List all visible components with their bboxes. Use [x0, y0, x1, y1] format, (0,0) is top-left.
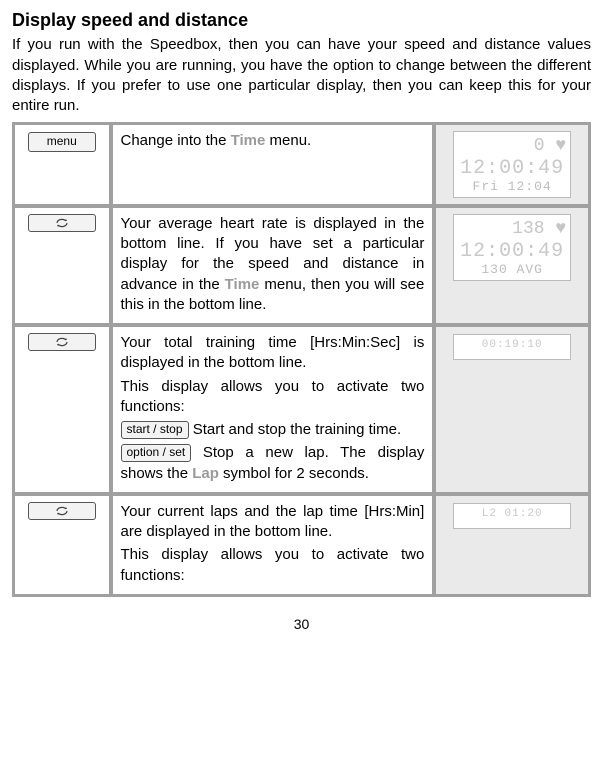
- cell-text: Your total training time [Hrs:Min:Sec] i…: [121, 333, 425, 374]
- screen-line: 0 ♥: [534, 136, 566, 156]
- text: Start and stop the training time.: [189, 421, 402, 438]
- text: menu.: [265, 132, 311, 149]
- cell-text: Change into the Time menu.: [121, 131, 425, 151]
- start-stop-button-icon: start / stop: [121, 421, 189, 439]
- device-screen: 138 ♥ 12:00:49 130 AVG: [453, 214, 571, 281]
- cell-text: Your average heart rate is displayed in …: [121, 214, 425, 315]
- cell-text: Your current laps and the lap time [Hrs:…: [121, 502, 425, 543]
- cell-text: This display allows you to activate two …: [121, 545, 425, 586]
- table-row: menu Change into the Time menu. 0 ♥ 12:0…: [14, 124, 589, 205]
- instruction-table: menu Change into the Time menu. 0 ♥ 12:0…: [12, 122, 591, 597]
- cell-text: start / stop Start and stop the training…: [121, 420, 425, 440]
- intro-paragraph: If you run with the Speedbox, then you c…: [12, 35, 591, 116]
- page-number: 30: [12, 615, 591, 634]
- text: Change into the: [121, 132, 231, 149]
- screen-line: Fri 12:04: [458, 180, 566, 195]
- lap-symbol-name: Lap: [192, 465, 219, 482]
- menu-name: Time: [231, 132, 266, 149]
- screen-line: 138 ♥: [512, 219, 566, 239]
- device-screen: 00:19:10: [453, 334, 571, 360]
- screen-line: L2 01:20: [458, 508, 566, 521]
- cell-text: option / set Stop a new lap. The display…: [121, 443, 425, 484]
- cycle-button-icon: [28, 333, 96, 351]
- table-row: Your total training time [Hrs:Min:Sec] i…: [14, 326, 589, 493]
- cycle-button-icon: [28, 214, 96, 232]
- option-set-button-icon: option / set: [121, 444, 192, 462]
- device-screen: L2 01:20: [453, 503, 571, 529]
- screen-line: 12:00:49: [458, 157, 566, 180]
- screen-line: 00:19:10: [458, 339, 566, 352]
- text: symbol for 2 seconds.: [219, 465, 369, 482]
- table-row: Your current laps and the lap time [Hrs:…: [14, 495, 589, 595]
- refresh-icon: [54, 217, 70, 229]
- screen-line: 12:00:49: [458, 240, 566, 263]
- screen-line: 130 AVG: [458, 263, 566, 278]
- section-title: Display speed and distance: [12, 8, 591, 32]
- refresh-icon: [54, 336, 70, 348]
- table-row: Your average heart rate is displayed in …: [14, 207, 589, 324]
- menu-name: Time: [225, 276, 260, 293]
- menu-button-icon: menu: [28, 132, 96, 152]
- cell-text: This display allows you to activate two …: [121, 377, 425, 418]
- refresh-icon: [54, 505, 70, 517]
- cycle-button-icon: [28, 502, 96, 520]
- device-screen: 0 ♥ 12:00:49 Fri 12:04: [453, 131, 571, 198]
